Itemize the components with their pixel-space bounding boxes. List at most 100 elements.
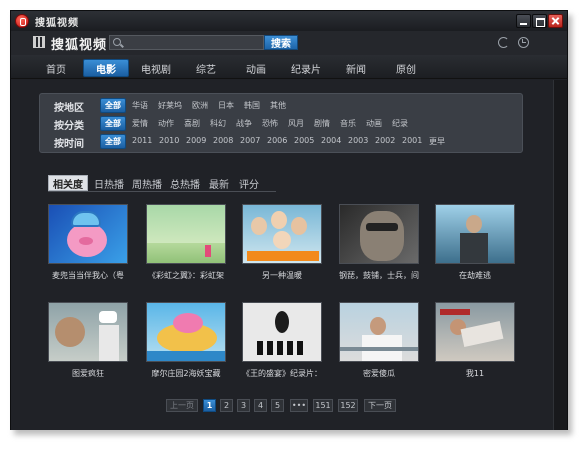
video-thumbnail[interactable] — [146, 302, 226, 362]
filter-option[interactable]: 剧情 — [314, 118, 330, 129]
filter-option[interactable]: 恐怖 — [262, 118, 278, 129]
filter-option[interactable]: 动作 — [158, 118, 174, 129]
video-thumbnail[interactable] — [435, 204, 515, 264]
nav-tab-tv[interactable]: 电视剧 — [133, 59, 179, 77]
filter-option[interactable]: 全部 — [100, 116, 126, 131]
filter-option[interactable]: 2010 — [159, 136, 179, 145]
video-thumbnail[interactable] — [435, 302, 515, 362]
filter-option[interactable]: 科幻 — [210, 118, 226, 129]
filter-option[interactable]: 其他 — [270, 100, 286, 111]
video-title[interactable]: 另一种温暖 — [234, 270, 330, 281]
nav-tab-animation[interactable]: 动画 — [233, 59, 279, 77]
filter-option[interactable]: 好莱坞 — [158, 100, 182, 111]
filter-option[interactable]: 更早 — [429, 136, 445, 147]
filter-option[interactable]: 全部 — [100, 134, 126, 149]
video-thumbnail[interactable] — [242, 302, 322, 362]
brand-logo: 搜狐视频 — [51, 38, 108, 53]
video-thumbnail[interactable] — [146, 204, 226, 264]
nav-tab-variety[interactable]: 综艺 — [183, 59, 229, 77]
video-title[interactable]: 图爱疯狂 — [40, 368, 136, 379]
filter-option[interactable]: 风月 — [288, 118, 304, 129]
app-logo-icon — [15, 14, 29, 28]
nav-tab-home[interactable]: 首页 — [33, 59, 79, 77]
nav-tab-original[interactable]: 原创 — [383, 59, 429, 77]
filter-option[interactable]: 战争 — [236, 118, 252, 129]
sort-tab-weekly[interactable]: 周热播 — [130, 175, 164, 191]
video-thumbnail[interactable] — [242, 204, 322, 264]
page-ellipsis: ••• — [290, 399, 308, 412]
filter-option[interactable]: 喜剧 — [184, 118, 200, 129]
nav-tab-documentary[interactable]: 纪录片 — [283, 59, 329, 77]
sort-tab-total[interactable]: 总热播 — [168, 175, 202, 191]
page-button[interactable]: 4 — [254, 399, 267, 412]
filter-option[interactable]: 爱情 — [132, 118, 148, 129]
video-thumbnail[interactable] — [339, 302, 419, 362]
filter-option[interactable]: 2008 — [213, 136, 233, 145]
video-title[interactable]: 麦兜当当伴我心（粤 — [40, 270, 136, 281]
filter-option[interactable]: 2009 — [186, 136, 206, 145]
video-title[interactable]: 《彩虹之翼》：彩虹架 — [138, 270, 234, 281]
nav-tab-news[interactable]: 新闻 — [333, 59, 379, 77]
page-button[interactable]: 2 — [220, 399, 233, 412]
app-header: 搜狐视频 搜索 — [11, 31, 567, 55]
video-title[interactable]: 摩尔庄园2海妖宝藏 — [138, 368, 234, 379]
video-thumbnail[interactable] — [339, 204, 419, 264]
window-title: 搜狐视频 — [35, 18, 79, 29]
sort-tab-relevance[interactable]: 相关度 — [48, 175, 88, 191]
filter-option[interactable]: 2001 — [402, 136, 422, 145]
filter-option[interactable]: 音乐 — [340, 118, 356, 129]
page-button[interactable]: 151 — [313, 399, 333, 412]
filter-row-genre: 按分类 全部 爱情 动作 喜剧 科幻 战争 恐怖 风月 剧情 音乐 动画 纪录 — [40, 114, 522, 132]
filter-option[interactable]: 华语 — [132, 100, 148, 111]
title-bar[interactable]: 搜狐视频 — [11, 11, 567, 31]
filter-panel: 按地区 全部 华语 好莱坞 欧洲 日本 韩国 其他 按分类 全部 爱情 动作 喜… — [39, 93, 523, 153]
filter-row-year: 按时间 全部 2011 2010 2009 2008 2007 2006 200… — [40, 132, 522, 150]
search-button[interactable]: 搜索 — [264, 35, 298, 50]
page-button[interactable]: 152 — [338, 399, 358, 412]
history-clock-icon[interactable] — [518, 37, 529, 48]
close-button[interactable] — [548, 14, 563, 28]
filter-label: 按地区 — [54, 103, 84, 114]
page-button[interactable]: 3 — [237, 399, 250, 412]
filter-option[interactable]: 2005 — [294, 136, 314, 145]
video-title[interactable]: 我11 — [427, 368, 523, 379]
filter-label: 按分类 — [54, 121, 84, 132]
prev-page-button[interactable]: 上一页 — [166, 399, 198, 412]
maximize-button[interactable] — [532, 14, 547, 28]
video-thumbnail[interactable] — [48, 204, 128, 264]
filter-option[interactable]: 2006 — [267, 136, 287, 145]
filter-option[interactable]: 纪录 — [392, 118, 408, 129]
sort-tab-latest[interactable]: 最新 — [206, 175, 232, 191]
page-button[interactable]: 5 — [271, 399, 284, 412]
filter-option[interactable]: 2011 — [132, 136, 152, 145]
filter-option[interactable]: 2004 — [321, 136, 341, 145]
refresh-icon[interactable] — [498, 37, 509, 48]
clapperboard-icon — [33, 36, 45, 48]
filter-option[interactable]: 2002 — [375, 136, 395, 145]
vertical-scrollbar[interactable] — [553, 80, 567, 430]
filter-option[interactable]: 动画 — [366, 118, 382, 129]
app-window: 搜狐视频 搜狐视频 搜索 首页 电影 电视剧 综艺 动画 纪录片 新闻 原创 按… — [10, 10, 568, 430]
search-icon — [113, 38, 121, 46]
content-area: 按地区 全部 华语 好莱坞 欧洲 日本 韩国 其他 按分类 全部 爱情 动作 喜… — [11, 80, 553, 430]
filter-option[interactable]: 全部 — [100, 98, 126, 113]
video-thumbnail[interactable] — [48, 302, 128, 362]
sort-tab-rating[interactable]: 评分 — [236, 175, 262, 191]
nav-tab-movie[interactable]: 电影 — [83, 59, 129, 77]
filter-label: 按时间 — [54, 139, 84, 150]
video-title[interactable]: 在劫难逃 — [427, 270, 523, 281]
filter-option[interactable]: 韩国 — [244, 100, 260, 111]
video-title[interactable]: 《王的盛宴》纪录片： — [234, 368, 330, 379]
main-nav: 首页 电影 电视剧 综艺 动画 纪录片 新闻 原创 — [11, 55, 567, 79]
page-button[interactable]: 1 — [203, 399, 216, 412]
filter-option[interactable]: 2003 — [348, 136, 368, 145]
video-title[interactable]: 密爱傻瓜 — [331, 368, 427, 379]
video-title[interactable]: 钢琵，鼓铺，士兵，间 — [331, 270, 427, 281]
search-input[interactable] — [109, 35, 264, 50]
filter-option[interactable]: 欧洲 — [192, 100, 208, 111]
filter-option[interactable]: 日本 — [218, 100, 234, 111]
filter-option[interactable]: 2007 — [240, 136, 260, 145]
sort-tab-daily[interactable]: 日热播 — [92, 175, 126, 191]
next-page-button[interactable]: 下一页 — [364, 399, 396, 412]
minimize-button[interactable] — [516, 14, 531, 28]
